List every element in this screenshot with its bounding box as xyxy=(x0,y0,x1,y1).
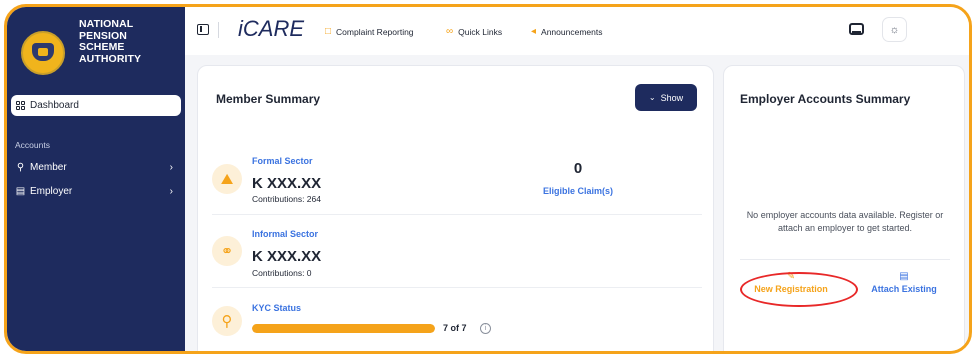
show-button[interactable]: ⌄ Show xyxy=(635,84,697,111)
briefcase-icon: ▤ xyxy=(15,185,26,197)
chevron-down-icon: ⌄ xyxy=(648,93,656,102)
member-summary-card: Member Summary ⌄ Show ⛰ Formal Sector K … xyxy=(197,65,714,351)
sidebar-item-dashboard[interactable]: Dashboard xyxy=(11,95,181,116)
sidebar-item-label: Employer xyxy=(30,185,73,197)
kyc-progress-fill xyxy=(252,324,435,333)
announcements-link[interactable]: ◂ Announcements xyxy=(531,26,602,37)
empty-state-message: No employer accounts data available. Reg… xyxy=(746,210,944,233)
sidebar-item-label: Dashboard xyxy=(30,100,79,111)
link-label: Announcements xyxy=(541,26,603,37)
info-icon[interactable]: i xyxy=(480,323,491,334)
highlight-annotation xyxy=(740,272,858,307)
app-frame: NATIONAL PENSION SCHEME AUTHORITY Dashbo… xyxy=(4,4,972,354)
org-name: NATIONAL PENSION SCHEME AUTHORITY xyxy=(79,18,142,65)
formal-sector-label[interactable]: Formal Sector xyxy=(252,156,313,166)
kyc-progress-text: 7 of 7 xyxy=(443,323,467,333)
user-check-icon: ⚲ xyxy=(212,306,242,336)
sidebar-item-member[interactable]: ⚲ Member › xyxy=(15,159,175,175)
org-name-line: AUTHORITY xyxy=(79,52,142,65)
divider xyxy=(212,214,702,215)
divider xyxy=(740,259,950,260)
kyc-progress-bar xyxy=(252,324,435,333)
eligible-claims-count: 0 xyxy=(573,160,583,177)
divider xyxy=(218,22,219,38)
kyc-status-label[interactable]: KYC Status xyxy=(252,303,301,313)
link-label: Quick Links xyxy=(458,26,503,37)
formal-amount: K XXX.XX xyxy=(252,175,322,192)
button-label: Attach Existing xyxy=(871,284,937,294)
divider xyxy=(212,287,702,288)
sidebar: NATIONAL PENSION SCHEME AUTHORITY Dashbo… xyxy=(7,7,185,351)
informal-sector-label[interactable]: Informal Sector xyxy=(252,229,318,239)
app-title: iCARE xyxy=(238,16,305,41)
theme-toggle-button[interactable]: ☼ xyxy=(882,17,907,42)
informal-amount: K XXX.XX xyxy=(252,248,322,265)
hand-coins-icon: ⚭ xyxy=(212,236,242,266)
org-name-line: SCHEME xyxy=(79,41,125,53)
employer-summary-card: Employer Accounts Summary No employer ac… xyxy=(723,65,965,351)
complaint-reporting-link[interactable]: □ Complaint Reporting xyxy=(325,26,414,37)
brand: NATIONAL PENSION SCHEME AUTHORITY xyxy=(21,18,142,75)
inbox-icon[interactable] xyxy=(849,23,864,35)
megaphone-icon: ◂ xyxy=(531,26,537,37)
formal-contributions: Contributions: 264 xyxy=(252,194,321,204)
card-title: Employer Accounts Summary xyxy=(740,92,911,106)
file-plus-icon: ▤ xyxy=(899,271,909,282)
quick-links-link[interactable]: ∞ Quick Links xyxy=(446,26,502,37)
sidebar-item-employer[interactable]: ▤ Employer › xyxy=(15,183,175,199)
eligible-claims-link[interactable]: Eligible Claim(s) xyxy=(523,186,633,196)
attach-existing-button[interactable]: ▤ Attach Existing xyxy=(859,271,949,294)
chevron-right-icon: › xyxy=(169,161,173,173)
bank-icon: ⛰ xyxy=(212,164,242,194)
card-title: Member Summary xyxy=(216,92,321,106)
accounts-section-heading: Accounts xyxy=(15,140,50,150)
sidebar-toggle-icon[interactable] xyxy=(197,24,209,35)
napsa-logo-icon xyxy=(21,31,65,75)
informal-contributions: Contributions: 0 xyxy=(252,268,312,278)
org-name-line: NATIONAL xyxy=(79,18,134,30)
chevron-right-icon: › xyxy=(169,185,173,197)
sun-icon: ☼ xyxy=(889,23,900,36)
sidebar-item-label: Member xyxy=(30,161,67,173)
user-icon: ⚲ xyxy=(16,161,25,173)
button-label: Show xyxy=(660,92,684,103)
top-bar: iCARE □ Complaint Reporting ∞ Quick Link… xyxy=(185,7,969,55)
link-icon: ∞ xyxy=(446,26,454,37)
link-label: Complaint Reporting xyxy=(336,26,414,37)
message-icon: □ xyxy=(325,26,332,37)
dashboard-grid-icon xyxy=(16,100,26,111)
